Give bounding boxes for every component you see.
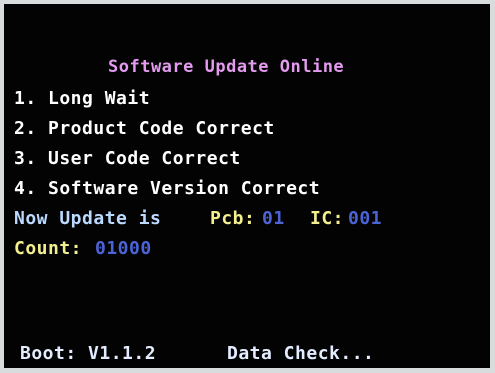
lcd-screen: Software Update Online 1. Long Wait 2. P…: [4, 4, 490, 368]
update-status-label: Now Update is: [14, 208, 162, 229]
step-long-wait: 1. Long Wait: [14, 88, 151, 109]
boot-version: Boot: V1.1.2: [20, 343, 157, 364]
pcb-value: 01: [262, 208, 285, 229]
data-check-status: Data Check...: [227, 343, 375, 364]
device-bezel: Software Update Online 1. Long Wait 2. P…: [0, 0, 495, 373]
step-software-version: 4. Software Version Correct: [14, 178, 321, 199]
count-value: 01000: [95, 238, 152, 259]
ic-label: IC:: [310, 208, 345, 229]
ic-value: 001: [348, 208, 383, 229]
pcb-label: Pcb:: [210, 208, 256, 229]
step-product-code: 2. Product Code Correct: [14, 118, 275, 139]
screen-title: Software Update Online: [108, 57, 345, 77]
count-label: Count:: [14, 238, 83, 259]
step-user-code: 3. User Code Correct: [14, 148, 241, 169]
